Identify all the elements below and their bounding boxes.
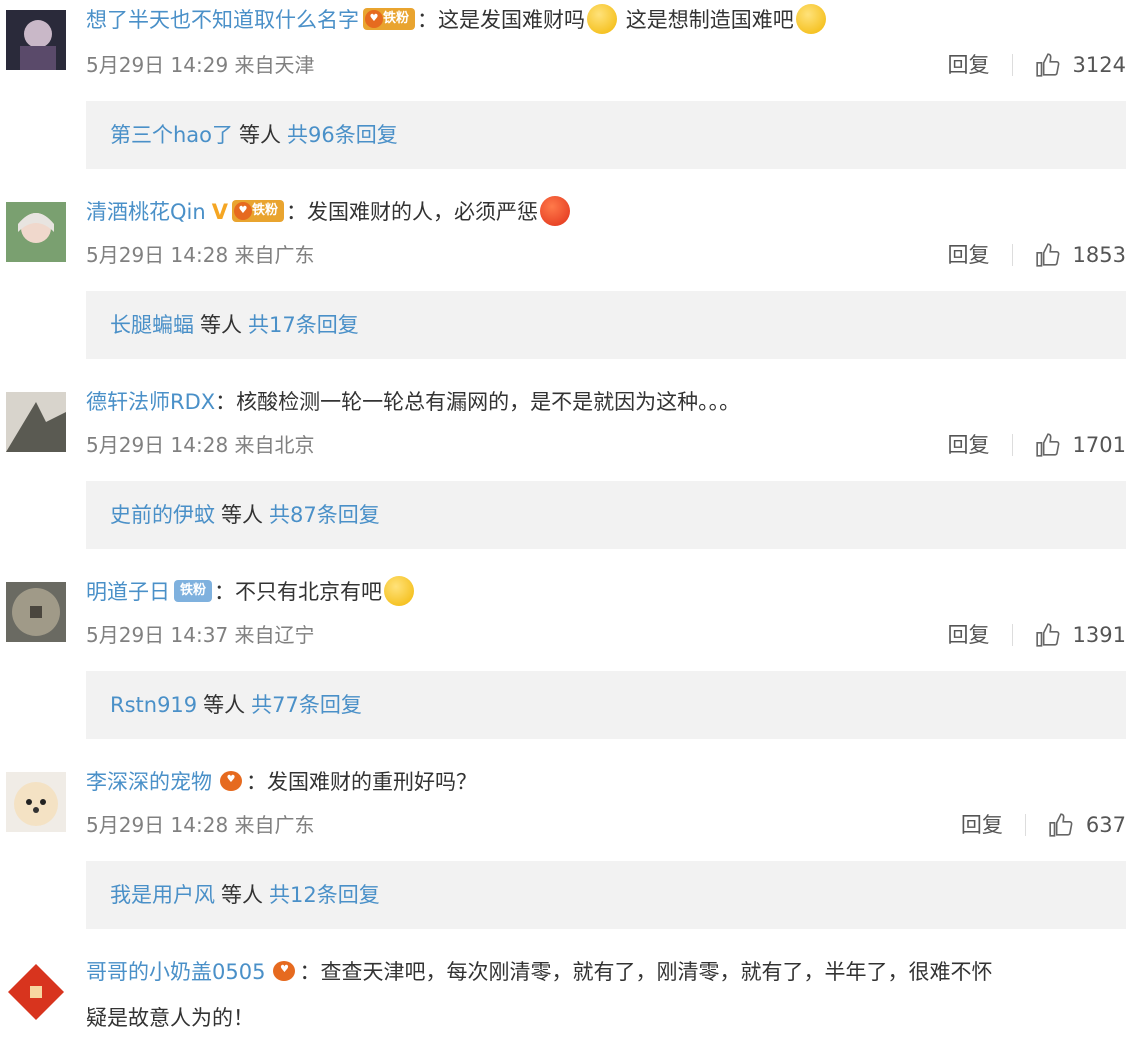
avatar[interactable] <box>6 962 66 1022</box>
comment-actions: 回复 1853 <box>948 240 1126 270</box>
username[interactable]: 李深深的宠物 <box>86 770 212 794</box>
divider <box>1011 244 1013 266</box>
avatar[interactable] <box>6 202 66 262</box>
reply-button[interactable]: 回复 <box>948 50 990 80</box>
comment-actions: 回复 3124 <box>948 50 1126 80</box>
comment-text-2: 这是想制造国难吧 <box>625 8 794 32</box>
like-icon[interactable] <box>1035 432 1061 458</box>
sub-reply-user[interactable]: Rstn919 <box>110 693 197 717</box>
username[interactable]: 想了半天也不知道取什么名字 <box>86 8 359 32</box>
divider <box>1011 624 1013 646</box>
fan-badge: ♥ <box>216 770 244 792</box>
divider <box>1024 814 1026 836</box>
comment-text: ：查查天津吧，每次刚清零，就有了，刚清零，就有了，半年了，很难不怀 <box>299 960 993 984</box>
comment-text: ：发国难财的重刑好吗？ <box>246 770 477 794</box>
sub-reply-box[interactable]: 第三个hao了 等人 共96条回复 <box>86 101 1126 169</box>
fan-badge: ♥ 铁粉 <box>363 8 416 30</box>
heart-icon: ♥ <box>365 10 383 28</box>
username[interactable]: 明道子日 <box>86 580 170 604</box>
sub-reply-user[interactable]: 史前的伊蚊 <box>110 503 215 527</box>
sub-reply-box[interactable]: 史前的伊蚊 等人 共87条回复 <box>86 481 1126 549</box>
heart-icon: ♥ <box>233 202 252 220</box>
confused-emoji-icon <box>384 576 415 606</box>
comment-actions: 回复 1701 <box>948 430 1126 460</box>
like-count: 1701 <box>1072 433 1126 457</box>
sub-reply-count[interactable]: 共96条回复 <box>287 123 398 147</box>
sub-reply-box[interactable]: 我是用户风 等人 共12条回复 <box>86 861 1126 929</box>
fan-badge: ♥ <box>269 960 297 982</box>
emoji-icon <box>795 4 826 34</box>
comment-meta: 5月29日 14:29 来自天津 <box>86 53 315 77</box>
reply-button[interactable]: 回复 <box>948 620 990 650</box>
username[interactable]: 德轩法师RDX <box>86 390 215 414</box>
like-count: 1391 <box>1072 623 1126 647</box>
sub-reply-label: 等人 <box>200 313 242 337</box>
divider <box>1011 434 1013 456</box>
avatar[interactable] <box>6 772 66 832</box>
comment-text: ：不只有北京有吧 <box>214 580 383 604</box>
sub-reply-user[interactable]: 我是用户风 <box>110 883 215 907</box>
sub-reply-count[interactable]: 共87条回复 <box>269 503 380 527</box>
reply-button[interactable]: 回复 <box>961 810 1003 840</box>
sub-reply-box[interactable]: 长腿蝙蝠 等人 共17条回复 <box>86 291 1126 359</box>
comment-actions: 回复 637 <box>961 810 1126 840</box>
username[interactable]: 清酒桃花Qin <box>86 200 206 224</box>
sub-reply-count[interactable]: 共77条回复 <box>251 693 362 717</box>
reply-button[interactable]: 回复 <box>948 430 990 460</box>
sub-reply-box[interactable]: Rstn919 等人 共77条回复 <box>86 671 1126 739</box>
avatar[interactable] <box>6 582 66 642</box>
divider <box>1011 54 1013 76</box>
comment-text: ：这是发国难财吗 <box>417 8 586 32</box>
comment-meta: 5月29日 14:28 来自广东 <box>86 243 315 267</box>
comment-actions: 回复 1391 <box>948 620 1126 650</box>
comment-text: ：发国难财的人，必须严惩 <box>285 200 538 224</box>
comment-meta: 5月29日 14:28 来自北京 <box>86 433 315 457</box>
sub-reply-label: 等人 <box>239 123 282 147</box>
sub-reply-count[interactable]: 共12条回复 <box>269 883 380 907</box>
sub-reply-count[interactable]: 共17条回复 <box>248 313 359 337</box>
like-count: 1853 <box>1072 243 1126 267</box>
reply-button[interactable]: 回复 <box>948 240 990 270</box>
verified-icon: V <box>211 200 228 224</box>
like-icon[interactable] <box>1035 242 1061 268</box>
like-count: 637 <box>1085 813 1126 837</box>
heart-icon: ♥ <box>220 771 242 791</box>
comment-meta: 5月29日 14:28 来自广东 <box>86 813 315 837</box>
sub-reply-label: 等人 <box>221 883 263 907</box>
like-icon[interactable] <box>1035 52 1061 78</box>
sub-reply-label: 等人 <box>203 693 246 717</box>
comment-text: ：核酸检测一轮一轮总有漏网的，是不是就因为这种。。。 <box>215 390 741 414</box>
fan-badge: 铁粉 <box>174 580 213 602</box>
username[interactable]: 哥哥的小奶盖0505 <box>86 960 265 984</box>
emoji-icon <box>587 4 618 34</box>
sub-reply-user[interactable]: 长腿蝙蝠 <box>110 313 194 337</box>
fan-badge: ♥ 铁粉 <box>231 200 284 222</box>
sub-reply-user[interactable]: 第三个hao了 <box>110 123 233 147</box>
avatar[interactable] <box>6 10 66 70</box>
comment-meta: 5月29日 14:37 来自辽宁 <box>86 623 315 647</box>
like-icon[interactable] <box>1035 622 1061 648</box>
comment-text-continued: 疑是故意人为的！ <box>86 1006 254 1030</box>
angry-emoji-icon <box>539 196 570 226</box>
like-icon[interactable] <box>1048 812 1074 838</box>
sub-reply-label: 等人 <box>221 503 263 527</box>
like-count: 3124 <box>1072 53 1126 77</box>
avatar[interactable] <box>6 392 66 452</box>
heart-icon: ♥ <box>273 961 296 981</box>
